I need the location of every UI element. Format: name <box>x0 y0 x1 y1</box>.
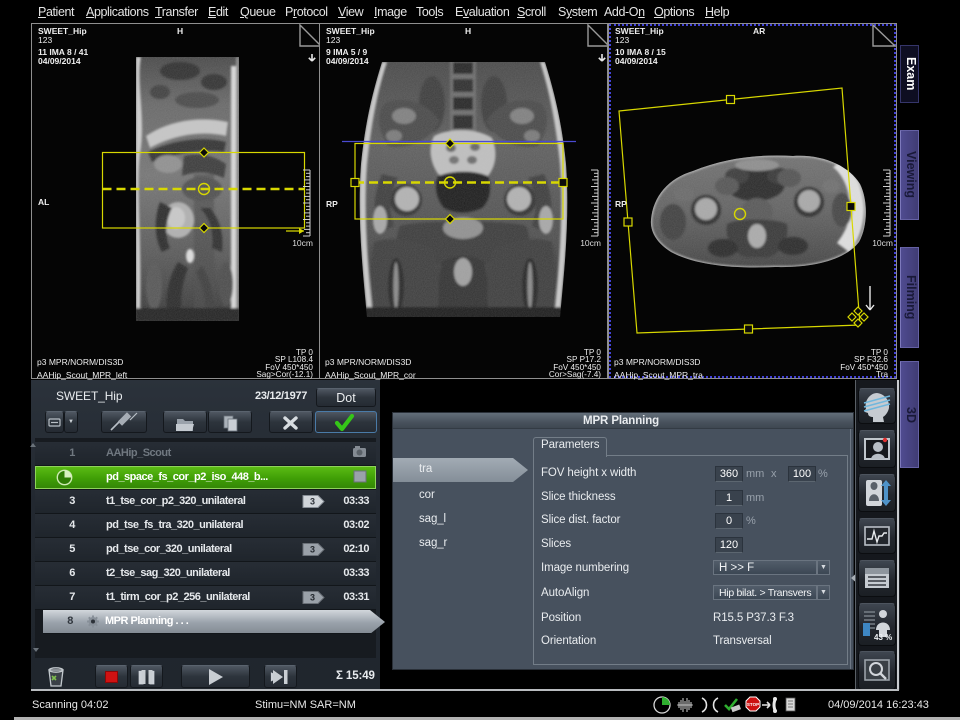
svg-text:10cm: 10cm <box>580 238 601 248</box>
svg-text:10cm: 10cm <box>292 238 313 248</box>
svg-text:STOP: STOP <box>747 702 759 707</box>
svg-text:10cm: 10cm <box>872 238 893 248</box>
